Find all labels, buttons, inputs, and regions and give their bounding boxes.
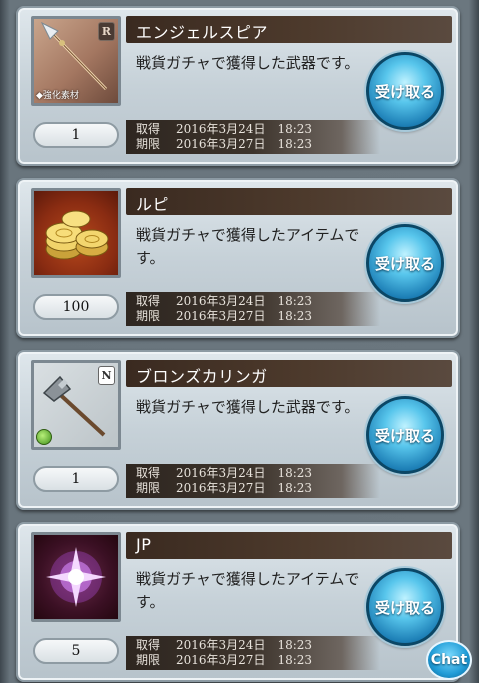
expires-label: 期限 (136, 309, 161, 323)
enhancement-material-tag: ◆強化素材 (36, 91, 79, 101)
item-name: エンジェルスピア (136, 23, 269, 42)
item-thumbnail: N (31, 360, 121, 450)
item-description: 戦貨ガチャで獲得した武器です。 (136, 398, 360, 416)
item-quantity: 1 (33, 466, 119, 492)
item-quantity: 1 (33, 122, 119, 148)
item-description: 戦貨ガチャで獲得したアイテムです。 (136, 570, 360, 611)
claim-button[interactable]: 受け取る (366, 568, 444, 646)
acquired-label: 取得 (136, 294, 161, 308)
item-dates: 取得 2016年3月24日 18:23 期限 2016年3月27日 18:23 (126, 464, 380, 498)
acquired-date: 2016年3月24日 18:23 (176, 294, 313, 308)
claim-button[interactable]: 受け取る (366, 52, 444, 130)
expires-label: 期限 (136, 137, 161, 151)
item-thumbnail (31, 188, 121, 278)
item-title-bar: ブロンズカリンガ (126, 360, 452, 387)
gift-item-card: JP 戦貨ガチャで獲得したアイテムです。 受け取る 5 取得 2016年3月24日… (16, 522, 460, 682)
item-title-bar: エンジェルスピア (126, 16, 452, 43)
acquired-label: 取得 (136, 466, 161, 480)
item-thumbnail (31, 532, 121, 622)
gold-coins-icon (45, 210, 109, 260)
claim-button[interactable]: 受け取る (366, 396, 444, 474)
item-name: ルピ (136, 195, 170, 214)
acquired-label: 取得 (136, 638, 161, 652)
item-title-bar: JP (126, 532, 452, 559)
expires-date: 2016年3月27日 18:23 (176, 309, 313, 323)
wind-element-icon (36, 429, 52, 445)
expires-label: 期限 (136, 653, 161, 667)
gift-item-card: N ブロンズカリンガ 戦貨ガチャで獲得した武器です。 受け取る 1 取得 2016… (16, 350, 460, 510)
expires-date: 2016年3月27日 18:23 (176, 481, 313, 495)
rarity-badge: R (98, 22, 115, 41)
item-quantity: 5 (33, 638, 119, 664)
item-description: 戦貨ガチャで獲得したアイテムです。 (136, 226, 360, 267)
item-title-bar: ルピ (126, 188, 452, 215)
acquired-label: 取得 (136, 122, 161, 136)
item-name: ブロンズカリンガ (136, 367, 268, 386)
item-description: 戦貨ガチャで獲得した武器です。 (136, 54, 360, 72)
claim-button[interactable]: 受け取る (366, 224, 444, 302)
item-quantity: 100 (33, 294, 119, 320)
gift-box-list[interactable]: R ◆強化素材 エンジェルスピア 戦貨ガチャで獲得した武器です。 受け取る 1 … (0, 0, 479, 683)
expires-label: 期限 (136, 481, 161, 495)
acquired-date: 2016年3月24日 18:23 (176, 122, 313, 136)
gift-item-card: ルピ 戦貨ガチャで獲得したアイテムです。 受け取る 100 取得 2016年3月2… (16, 178, 460, 338)
acquired-date: 2016年3月24日 18:23 (176, 466, 313, 480)
item-dates: 取得 2016年3月24日 18:23 期限 2016年3月27日 18:23 (126, 636, 380, 670)
jp-crystal-icon (46, 547, 106, 607)
chat-button[interactable]: Chat (426, 640, 472, 680)
item-name: JP (136, 535, 152, 554)
rarity-badge: N (98, 366, 115, 385)
acquired-date: 2016年3月24日 18:23 (176, 638, 313, 652)
gift-item-card: R ◆強化素材 エンジェルスピア 戦貨ガチャで獲得した武器です。 受け取る 1 … (16, 6, 460, 166)
item-thumbnail: R ◆強化素材 (31, 16, 121, 106)
expires-date: 2016年3月27日 18:23 (176, 653, 313, 667)
item-dates: 取得 2016年3月24日 18:23 期限 2016年3月27日 18:23 (126, 120, 380, 154)
item-dates: 取得 2016年3月24日 18:23 期限 2016年3月27日 18:23 (126, 292, 380, 326)
expires-date: 2016年3月27日 18:23 (176, 137, 313, 151)
